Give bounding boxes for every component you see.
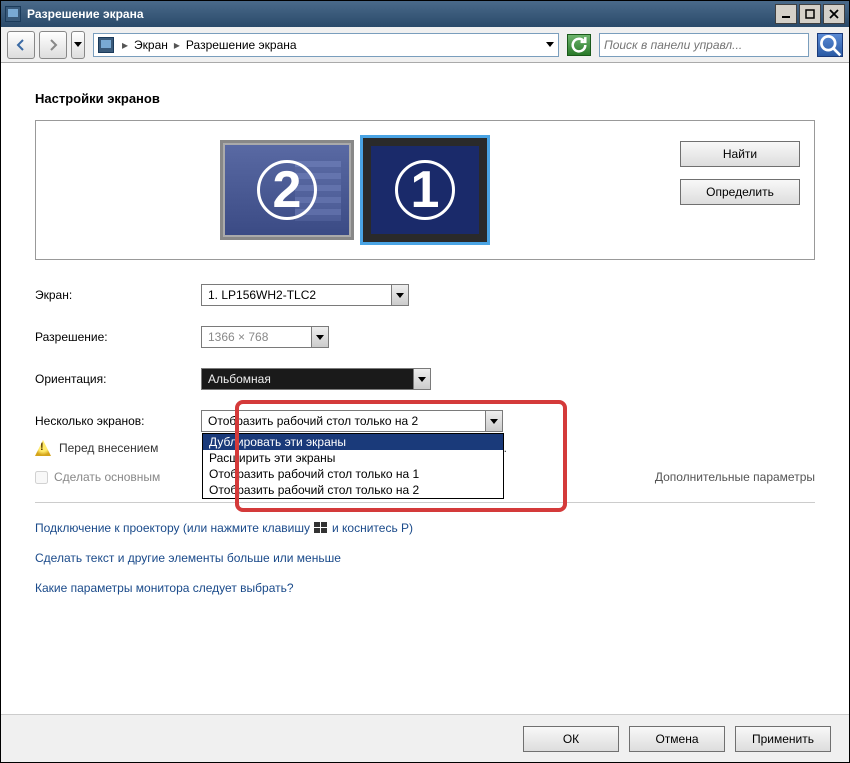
chevron-down-icon: [311, 327, 328, 347]
advanced-parameters-link[interactable]: Дополнительные параметры: [655, 470, 815, 484]
projector-link-text-b: и коснитесь P): [332, 521, 413, 535]
detect-button[interactable]: Определить: [680, 179, 800, 205]
screen-value: 1. LP156WH2-TLC2: [202, 288, 391, 302]
breadcrumb-1[interactable]: Экран: [134, 38, 168, 52]
forward-button[interactable]: [39, 31, 67, 59]
multiple-displays-value: Отобразить рабочий стол только на 2: [202, 414, 485, 428]
separator: [35, 502, 815, 503]
dropdown-option[interactable]: Дублировать эти экраны: [203, 434, 503, 450]
find-button[interactable]: Найти: [680, 141, 800, 167]
monitor-2-number: 2: [257, 160, 317, 220]
monitor-1-number: 1: [395, 160, 455, 220]
minimize-button[interactable]: [775, 4, 797, 24]
search-box[interactable]: [599, 33, 809, 57]
monitors-preview-frame: 2 1 Найти Определить: [35, 120, 815, 260]
resolution-value: 1366 × 768: [202, 330, 311, 344]
dialog-footer: ОК Отмена Применить: [1, 714, 849, 762]
windows-key-icon: [314, 522, 328, 534]
breadcrumb-2[interactable]: Разрешение экрана: [186, 38, 297, 52]
orientation-label: Ориентация:: [35, 372, 201, 386]
projector-link-text-a: Подключение к проектору (или нажмите кла…: [35, 521, 310, 535]
resolution-combo[interactable]: 1366 × 768: [201, 326, 329, 348]
chevron-down-icon: [391, 285, 408, 305]
location-icon: [98, 37, 114, 53]
app-icon: [5, 6, 21, 22]
multiple-displays-label: Несколько экранов:: [35, 414, 201, 428]
warning-text-prefix: Перед внесением: [59, 441, 158, 455]
maximize-button[interactable]: [799, 4, 821, 24]
chevron-down-icon: [485, 411, 502, 431]
close-button[interactable]: [823, 4, 845, 24]
nav-toolbar: ▸ Экран ▸ Разрешение экрана: [1, 27, 849, 63]
apply-button[interactable]: Применить: [735, 726, 831, 752]
text-size-link[interactable]: Сделать текст и другие элементы больше и…: [35, 551, 815, 565]
projector-link[interactable]: Подключение к проектору (или нажмите кла…: [35, 521, 815, 535]
make-main-checkbox: [35, 471, 48, 484]
monitor-2[interactable]: 2: [220, 140, 354, 240]
breadcrumb-sep: ▸: [172, 38, 182, 52]
search-input[interactable]: [604, 38, 804, 52]
multiple-displays-combo[interactable]: Отобразить рабочий стол только на 2 Дубл…: [201, 410, 503, 432]
search-button[interactable]: [817, 33, 843, 57]
chevron-down-icon: [413, 369, 430, 389]
orientation-value: Альбомная: [202, 372, 413, 386]
monitor-params-link[interactable]: Какие параметры монитора следует выбрать…: [35, 581, 815, 595]
cancel-button[interactable]: Отмена: [629, 726, 725, 752]
page-heading: Настройки экранов: [35, 91, 815, 106]
refresh-button[interactable]: [567, 34, 591, 56]
screen-combo[interactable]: 1. LP156WH2-TLC2: [201, 284, 409, 306]
dropdown-option[interactable]: Расширить эти экраны: [203, 450, 503, 466]
address-dropdown-icon[interactable]: [546, 42, 554, 47]
nav-history-dropdown[interactable]: [71, 31, 85, 59]
multiple-displays-dropdown: Дублировать эти экраны Расширить эти экр…: [202, 433, 504, 499]
orientation-combo[interactable]: Альбомная: [201, 368, 431, 390]
dropdown-option[interactable]: Отобразить рабочий стол только на 2: [203, 482, 503, 498]
warning-icon: [35, 440, 51, 456]
ok-button[interactable]: ОК: [523, 726, 619, 752]
window-title: Разрешение экрана: [27, 7, 775, 21]
back-button[interactable]: [7, 31, 35, 59]
address-bar[interactable]: ▸ Экран ▸ Разрешение экрана: [93, 33, 559, 57]
resolution-label: Разрешение:: [35, 330, 201, 344]
titlebar: Разрешение экрана: [1, 1, 849, 27]
monitors-area[interactable]: 2 1: [50, 135, 660, 245]
breadcrumb-sep: ▸: [120, 38, 130, 52]
content-area: Настройки экранов 2 1 Найти Определить Э…: [1, 63, 849, 714]
dropdown-option[interactable]: Отобразить рабочий стол только на 1: [203, 466, 503, 482]
make-main-label: Сделать основным: [54, 470, 160, 484]
screen-label: Экран:: [35, 288, 201, 302]
monitor-1[interactable]: 1: [360, 135, 490, 245]
